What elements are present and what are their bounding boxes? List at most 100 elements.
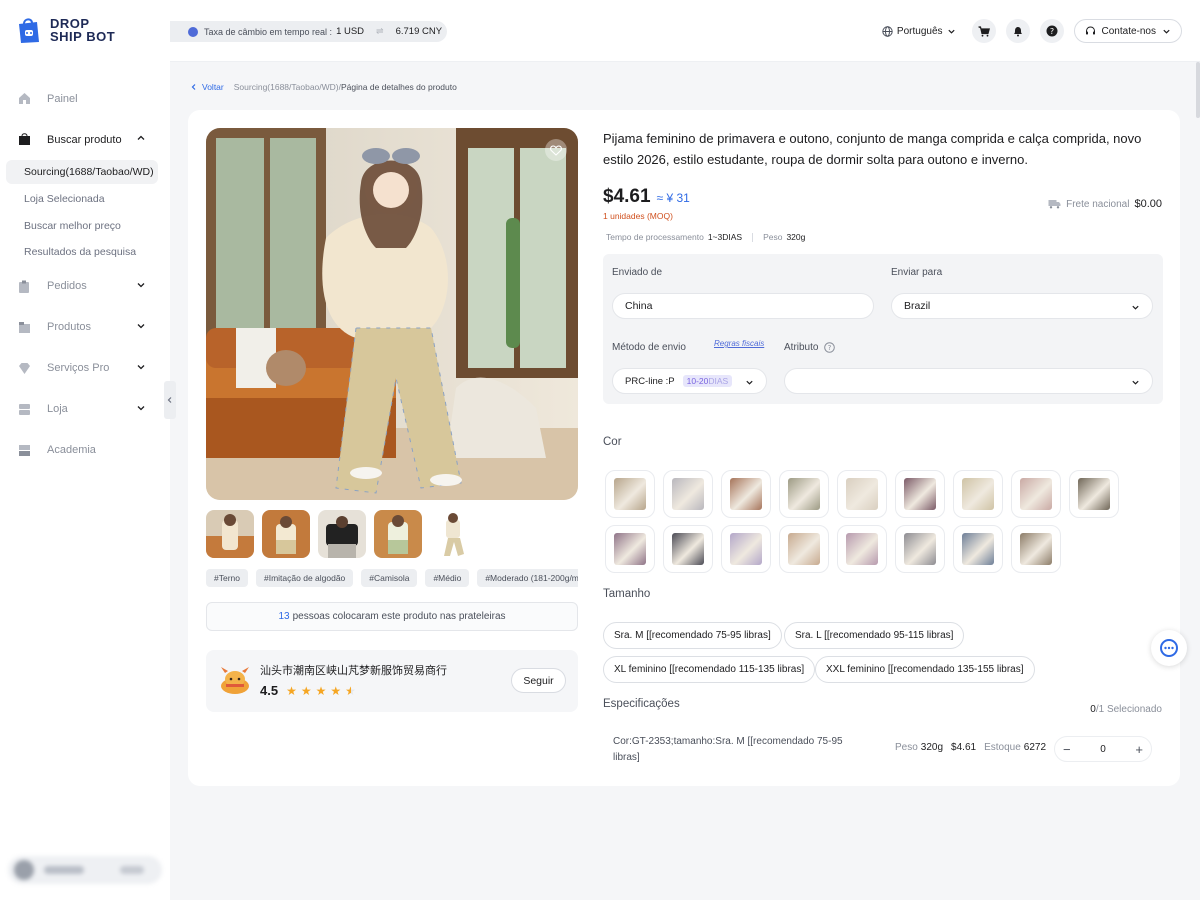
breadcrumb-path[interactable]: Sourcing(1688/Taobao/WD)/ <box>234 82 341 92</box>
follow-button[interactable]: Seguir <box>511 668 566 693</box>
tax-rules-link[interactable]: Regras fiscais <box>714 339 764 348</box>
spec-price: $4.61 <box>951 742 977 753</box>
favorite-button[interactable] <box>545 139 567 161</box>
color-swatch[interactable] <box>605 525 655 573</box>
thumbnail-image[interactable] <box>430 510 478 558</box>
thumbnail-image[interactable] <box>206 510 254 558</box>
product-main-image[interactable] <box>206 128 578 500</box>
truck-icon <box>1048 200 1061 209</box>
help-circle-icon[interactable]: ? <box>824 342 836 353</box>
chat-button[interactable] <box>1151 630 1187 666</box>
decrement-button[interactable]: − <box>1063 742 1071 757</box>
color-swatch[interactable] <box>837 525 887 573</box>
color-swatch[interactable] <box>663 525 713 573</box>
size-option[interactable]: Sra. M [[recomendado 75-95 libras] <box>603 622 782 649</box>
tag[interactable]: #Imitação de algodão <box>256 569 354 587</box>
size-option[interactable]: XXL feminino [[recomendado 135-155 libra… <box>815 656 1035 683</box>
logo[interactable]: DROP SHIP BOT <box>16 16 115 44</box>
chevron-down-icon <box>1163 29 1170 34</box>
cart-button[interactable] <box>971 19 996 43</box>
page-scrollbar[interactable] <box>1196 62 1200 118</box>
spec-row-name: Cor:GT-2353;tamanho:Sra. M [[recomendado… <box>613 736 843 763</box>
sidebar-item-loja[interactable]: Loja <box>0 389 170 430</box>
color-swatch-image <box>1020 533 1052 565</box>
tag[interactable]: #Moderado (181-200g/m <box>477 569 578 587</box>
quantity-value[interactable]: 0 <box>1100 744 1106 755</box>
color-swatch[interactable] <box>953 525 1003 573</box>
tag[interactable]: #Médio <box>425 569 470 587</box>
language-label: Português <box>896 25 943 37</box>
clipboard-icon <box>17 279 31 293</box>
sidebar-subitem-resultados[interactable]: Resultados da pesquisa <box>0 239 170 266</box>
shop-logo[interactable] <box>218 664 252 696</box>
shipping-method-select[interactable]: PRC-line :P 10-20DIAS <box>612 368 767 394</box>
swap-icon: ⇌ <box>376 26 384 36</box>
tag[interactable]: #Terno <box>206 569 248 587</box>
color-swatch[interactable] <box>837 470 887 518</box>
specs-section-title: Especificações <box>603 698 680 710</box>
shop-name[interactable]: 汕头市潮南区峡山芃梦新服饰贸易商行 <box>260 662 447 678</box>
color-swatch[interactable] <box>721 470 771 518</box>
color-swatch-image <box>672 478 704 510</box>
language-selector[interactable]: Português <box>882 26 956 37</box>
color-swatch[interactable] <box>1069 470 1119 518</box>
color-swatch[interactable] <box>721 525 771 573</box>
color-swatch-image <box>730 478 762 510</box>
shelf-count-banner: 13 pessoas colocaram este produto nas pr… <box>206 602 578 631</box>
thumbnail-image[interactable] <box>318 510 366 558</box>
sidebar-item-pedidos[interactable]: Pedidos <box>0 266 170 307</box>
color-swatch[interactable] <box>953 470 1003 518</box>
sidebar-subitem-buscar-melhor-preco[interactable]: Buscar melhor preço <box>0 213 170 240</box>
size-option[interactable]: Sra. L [[recomendado 95-115 libras] <box>784 622 965 649</box>
back-link[interactable]: Voltar <box>202 82 224 92</box>
color-swatch[interactable] <box>663 470 713 518</box>
processing-value: 1~3DIAS <box>707 232 743 242</box>
chevron-down-icon <box>746 380 753 385</box>
sidebar-subitem-loja-selecionada[interactable]: Loja Selecionada <box>0 186 170 213</box>
shop-rating-score: 4.5 <box>260 683 279 698</box>
rate-usd: 1 USD <box>336 26 365 37</box>
product-meta: Tempo de processamento 1~3DIAS Peso 320g <box>606 232 805 242</box>
star-full-icon: ★ <box>330 683 342 698</box>
color-swatch[interactable] <box>1011 470 1061 518</box>
sidebar-item-buscar-produto[interactable]: Buscar produto <box>0 119 170 160</box>
heart-icon <box>550 144 562 156</box>
attribute-select[interactable] <box>784 368 1153 394</box>
sidebar-item-produtos[interactable]: Produtos <box>0 307 170 348</box>
star-full-icon: ★ <box>300 683 312 698</box>
sidebar-item-label: Produtos <box>47 321 92 333</box>
increment-button[interactable]: + <box>1135 742 1143 757</box>
help-button[interactable]: ? <box>1039 19 1064 43</box>
chevron-left-icon <box>191 84 196 90</box>
thumbnail-image[interactable] <box>374 510 422 558</box>
color-swatch[interactable] <box>779 525 829 573</box>
weight-label: Peso <box>763 232 783 242</box>
tag[interactable]: #Camisola <box>361 569 418 587</box>
user-profile[interactable] <box>8 856 162 884</box>
chevron-down-icon <box>136 362 146 372</box>
sidebar-item-painel[interactable]: Painel <box>0 78 170 119</box>
ship-from-field[interactable]: China <box>612 293 874 319</box>
user-name-blurred <box>44 866 84 874</box>
color-swatch[interactable] <box>895 470 945 518</box>
sidebar-item-servicos-pro[interactable]: Serviços Pro <box>0 348 170 389</box>
exchange-rate-bar: Taxa de câmbio em tempo real : 1 USD ⇌ 6… <box>170 21 447 42</box>
bell-icon <box>1013 26 1022 36</box>
academy-icon <box>17 443 31 457</box>
color-swatch[interactable] <box>895 525 945 573</box>
thumbnail-image[interactable] <box>262 510 310 558</box>
notifications-button[interactable] <box>1005 19 1030 43</box>
sidebar-collapse-button[interactable] <box>164 381 176 419</box>
sidebar-subitem-sourcing[interactable]: Sourcing(1688/Taobao/WD) <box>6 160 158 184</box>
chevron-left-icon <box>167 397 172 403</box>
color-swatch[interactable] <box>1011 525 1061 573</box>
ship-to-select[interactable]: Brazil <box>891 293 1153 319</box>
color-swatch-image <box>962 478 994 510</box>
color-swatch[interactable] <box>779 470 829 518</box>
sidebar-item-academia[interactable]: Academia <box>0 430 170 471</box>
color-swatch[interactable] <box>605 470 655 518</box>
shelf-count: 13 <box>278 611 290 622</box>
size-option[interactable]: XL feminino [[recomendado 115-135 libras… <box>603 656 816 683</box>
contact-button[interactable]: Contate-nos <box>1073 19 1182 43</box>
shipping-days-unit: DIAS <box>708 376 729 386</box>
